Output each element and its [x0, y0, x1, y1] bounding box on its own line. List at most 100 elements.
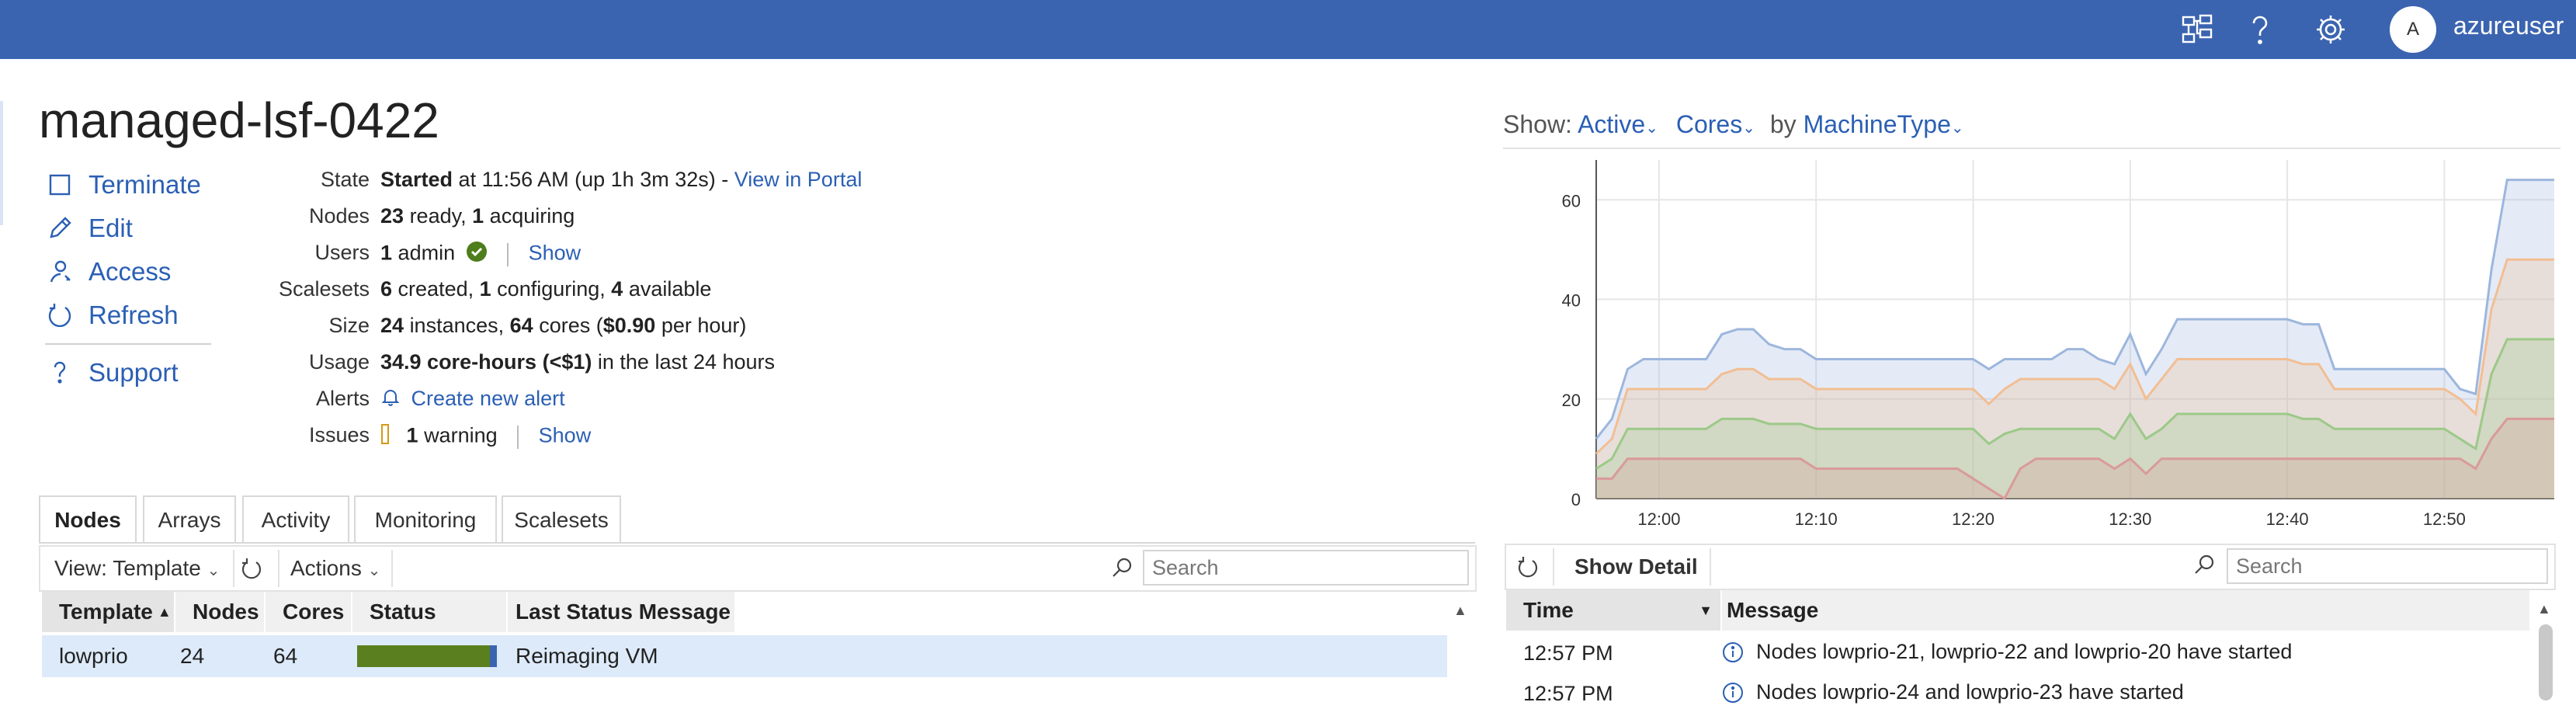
- issues-count: 1: [406, 423, 418, 447]
- create-alert-link[interactable]: Create new alert: [411, 387, 565, 410]
- table-row[interactable]: [42, 635, 1447, 677]
- nodes-toolbar: View: Template ⌄ Actions ⌄ Search: [39, 545, 1477, 592]
- cell-last-status-message: Reimaging VM: [516, 644, 658, 668]
- col-filler: [736, 592, 1449, 632]
- status-bar-fill: [357, 645, 490, 667]
- actions-label: Actions: [290, 556, 362, 580]
- pencil-icon: [45, 214, 75, 243]
- users-text: admin: [398, 241, 456, 265]
- sort-desc-icon: ▼: [1699, 602, 1713, 618]
- event-time: 12:57 PM: [1523, 682, 1613, 705]
- alerts-label: Alerts: [315, 387, 370, 410]
- scalesets-label: Scalesets: [278, 277, 370, 301]
- chevron-down-icon: ⌄: [1742, 120, 1755, 137]
- size-price-text: per hour): [661, 314, 747, 337]
- users-separator: [507, 242, 509, 266]
- refresh-icon[interactable]: [236, 553, 267, 588]
- nodes-ready-count: 23: [380, 204, 404, 228]
- size-cores-count: 64: [509, 314, 533, 337]
- help-icon[interactable]: [2240, 9, 2280, 50]
- scalesets-available-count: 4: [611, 277, 623, 301]
- col-nodes[interactable]: Nodes: [175, 592, 266, 632]
- alerts-value[interactable]: Create new alert: [380, 387, 565, 412]
- col-message[interactable]: Message: [1722, 590, 2529, 631]
- event-message-text: Nodes lowprio-24 and lowprio-23 have sta…: [1756, 680, 2184, 704]
- toolbar-divider: [233, 550, 234, 587]
- chevron-down-icon: ⌄: [1950, 120, 1964, 137]
- x-tick-label: 12:00: [1637, 509, 1680, 529]
- terminate-square-icon: [45, 170, 75, 200]
- group-dropdown[interactable]: MachineType⌄: [1804, 110, 1964, 138]
- tab-monitoring[interactable]: Monitoring: [354, 495, 497, 544]
- refresh-icon[interactable]: [1512, 551, 1543, 586]
- sort-asc-icon: ▲: [157, 603, 172, 620]
- col-time[interactable]: Time ▼: [1506, 590, 1720, 631]
- scroll-up-icon[interactable]: ▲: [1453, 603, 1467, 619]
- size-value: 24 instances, 64 cores ($0.90 per hour): [380, 314, 746, 338]
- issues-value: 1 warning Show: [380, 423, 591, 450]
- usage-amount: 34.9 core-hours (<$1): [380, 350, 592, 374]
- usage-value: 34.9 core-hours (<$1) in the last 24 hou…: [380, 350, 775, 374]
- tab-nodes[interactable]: Nodes: [39, 495, 137, 544]
- y-tick-label: 60: [1562, 191, 1581, 210]
- user-key-icon: [45, 257, 75, 287]
- view-template-dropdown[interactable]: View: Template ⌄: [54, 556, 220, 581]
- x-tick-label: 12:50: [2423, 509, 2466, 529]
- edit-label: Edit: [89, 214, 133, 242]
- scrollbar-thumb[interactable]: [2539, 624, 2553, 700]
- col-template-label: Template: [59, 600, 153, 624]
- actions-dropdown[interactable]: Actions ⌄: [290, 556, 380, 581]
- events-toolbar: Show Detail Search: [1505, 544, 2556, 590]
- issues-text: warning: [424, 423, 498, 447]
- view-template-label: View: Template: [54, 556, 201, 580]
- users-show-link[interactable]: Show: [529, 242, 582, 265]
- nodes-acquiring-count: 1: [472, 204, 484, 228]
- actions-divider: [45, 343, 211, 345]
- col-time-label: Time: [1523, 598, 1574, 622]
- scalesets-created-text: created,: [398, 277, 474, 301]
- nodes-search-input[interactable]: Search: [1143, 550, 1469, 586]
- view-in-portal-link[interactable]: View in Portal: [734, 168, 863, 191]
- network-icon[interactable]: [2177, 9, 2217, 50]
- info-icon: [1722, 641, 1744, 663]
- refresh-icon: [45, 301, 75, 330]
- scalesets-value: 6 created, 1 configuring, 4 available: [380, 277, 711, 301]
- top-bar: A azureuser: [0, 0, 2576, 59]
- state-label: State: [320, 168, 370, 191]
- usage-label: Usage: [308, 350, 370, 374]
- chart-controls: Show: Active⌄ Cores⌄ by MachineType⌄: [1503, 110, 1964, 139]
- settings-icon[interactable]: [2310, 9, 2351, 50]
- scroll-up-icon[interactable]: ▲: [2537, 601, 2551, 617]
- scalesets-created-count: 6: [380, 277, 393, 301]
- users-value: 1 admin Show: [380, 241, 581, 268]
- y-tick-label: 0: [1571, 490, 1581, 509]
- cell-nodes: 24: [180, 644, 205, 668]
- tab-activity[interactable]: Activity: [242, 495, 349, 544]
- chart-divider: [1503, 148, 2560, 149]
- scalesets-available-text: available: [628, 277, 712, 301]
- col-status[interactable]: Status: [352, 592, 508, 632]
- unit-dropdown[interactable]: Cores⌄: [1676, 110, 1755, 138]
- state-detail: at 11:56 AM (up 1h 3m 32s) -: [458, 168, 729, 191]
- events-search-input[interactable]: Search: [2227, 548, 2548, 584]
- metric-dropdown[interactable]: Active⌄: [1578, 110, 1658, 138]
- col-last-status-message[interactable]: Last Status Message: [508, 592, 736, 632]
- users-label: Users: [314, 241, 370, 264]
- toolbar-divider: [1553, 548, 1554, 586]
- cell-template: lowprio: [59, 644, 128, 668]
- tab-scalesets[interactable]: Scalesets: [502, 495, 621, 544]
- x-tick-label: 12:30: [2109, 509, 2151, 529]
- tab-arrays[interactable]: Arrays: [143, 495, 236, 544]
- col-template[interactable]: Template ▲: [42, 592, 175, 632]
- info-icon: [1722, 682, 1744, 704]
- avatar[interactable]: A: [2390, 6, 2436, 53]
- ok-check-icon: [466, 241, 488, 268]
- edit-button[interactable]: Edit: [45, 211, 133, 245]
- x-tick-label: 12:40: [2266, 509, 2309, 529]
- show-detail-button[interactable]: Show Detail: [1574, 554, 1698, 579]
- issues-show-link[interactable]: Show: [539, 424, 592, 447]
- username[interactable]: azureuser: [2453, 12, 2564, 40]
- toolbar-divider: [391, 550, 393, 587]
- status-bar: [357, 645, 497, 667]
- col-cores[interactable]: Cores: [266, 592, 352, 632]
